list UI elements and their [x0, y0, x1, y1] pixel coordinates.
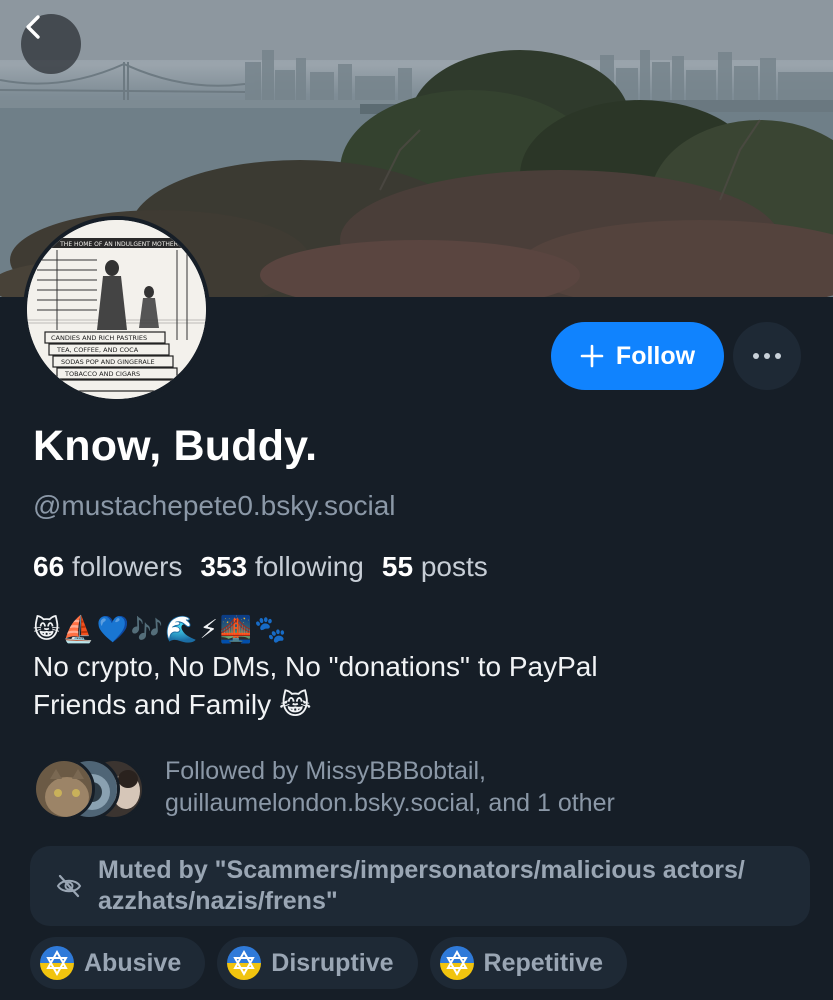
bio-line-2-wrap: Friends and Family 😹: [33, 686, 813, 724]
avatar-image: THE HOME OF AN INDULGENT MOTHER CANDIES …: [27, 220, 206, 399]
bio-emoji-paws: 🐾: [254, 615, 287, 645]
follow-button[interactable]: Follow: [551, 322, 724, 390]
bio-emoji-sailboat: ⛵: [62, 615, 95, 645]
label-chip-disruptive[interactable]: Disruptive: [217, 937, 418, 989]
display-name: Know, Buddy.: [33, 422, 318, 470]
bio-emoji-laughing-cat: 😹: [278, 688, 312, 721]
svg-text:TEA, COFFEE, AND COCA: TEA, COFFEE, AND COCA: [56, 346, 139, 354]
profile-bio: 😸 ⛵ 💙 🎶 🌊 ⚡ 🌉 🐾 No crypto, No DMs, No "d…: [33, 612, 813, 724]
svg-text:TOBACCO AND CIGARS: TOBACCO AND CIGARS: [64, 370, 140, 378]
bio-emoji-notes: 🎶: [130, 615, 164, 645]
chevron-left-icon: [26, 15, 40, 39]
back-button[interactable]: [21, 14, 81, 74]
svg-text:CANDIES AND RICH PASTRIES: CANDIES AND RICH PASTRIES: [51, 334, 147, 342]
followers-stat[interactable]: 66 followers: [33, 551, 182, 583]
bio-emoji-lightning: ⚡: [199, 615, 218, 645]
profile-handle: @mustachepete0.bsky.social: [33, 490, 396, 521]
more-options-button[interactable]: [733, 322, 801, 390]
followed-by-line-1: Followed by MissyBBBobtail,: [165, 757, 486, 785]
followed-by-text[interactable]: Followed by MissyBBBobtail, guillaumelon…: [165, 755, 805, 819]
bio-emoji-heart: 💙: [96, 615, 129, 645]
svg-text:THE HOME OF AN INDULGENT MOTHE: THE HOME OF AN INDULGENT MOTHER: [59, 241, 178, 248]
profile-stats: 66 followers 353 following 55 posts: [33, 551, 488, 583]
followers-count: 66: [33, 551, 65, 582]
posts-label: posts: [420, 551, 488, 582]
known-followers-avatars[interactable]: [33, 758, 145, 820]
muted-by-line-2: azzhats/nazis/frens": [98, 887, 338, 915]
labeler-avatar-icon: [227, 946, 262, 980]
label-text-repetitive: Repetitive: [483, 948, 604, 977]
bio-emoji-line: 😸 ⛵ 💙 🎶 🌊 ⚡ 🌉 🐾: [33, 612, 813, 648]
bio-emoji-cat: 😸: [33, 615, 61, 645]
moderation-labels: Abusive Disruptive Repetitive: [30, 937, 628, 989]
svg-text:SODAS POP AND GINGERALE: SODAS POP AND GINGERALE: [61, 358, 155, 366]
bio-line-2: Friends and Family: [33, 689, 272, 720]
muted-by-text: Muted by "Scammers/impersonators/malicio…: [98, 855, 745, 917]
bio-line-1: No crypto, No DMs, No "donations" to Pay…: [33, 651, 598, 682]
labeler-avatar-icon: [40, 946, 74, 980]
following-count: 353: [200, 551, 248, 582]
followers-label: followers: [71, 551, 183, 582]
known-follower-avatar-1: [33, 758, 95, 820]
label-chip-repetitive[interactable]: Repetitive: [429, 937, 628, 989]
label-text-abusive: Abusive: [84, 948, 182, 977]
muted-by-list-notice[interactable]: Muted by "Scammers/impersonators/malicio…: [30, 846, 810, 926]
plus-icon: [580, 344, 604, 368]
followed-by-line-2: guillaumelondon.bsky.social, and 1 other: [165, 789, 615, 817]
labeler-avatar-icon: [439, 946, 474, 980]
posts-count: 55: [381, 551, 414, 582]
muted-by-line-1: Muted by "Scammers/impersonators/malicio…: [98, 856, 745, 884]
follow-button-label: Follow: [615, 341, 696, 370]
eye-slash-icon: [56, 874, 82, 898]
label-chip-abusive[interactable]: Abusive: [30, 937, 206, 989]
label-text-disruptive: Disruptive: [271, 948, 394, 977]
ellipsis-icon: [753, 353, 781, 359]
bio-emoji-bridge: 🌉: [219, 615, 253, 645]
profile-avatar[interactable]: THE HOME OF AN INDULGENT MOTHER CANDIES …: [23, 216, 210, 403]
posts-stat: 55 posts: [382, 551, 488, 583]
bio-emoji-wave: 🌊: [165, 615, 198, 645]
following-label: following: [254, 551, 364, 582]
following-stat[interactable]: 353 following: [200, 551, 363, 583]
